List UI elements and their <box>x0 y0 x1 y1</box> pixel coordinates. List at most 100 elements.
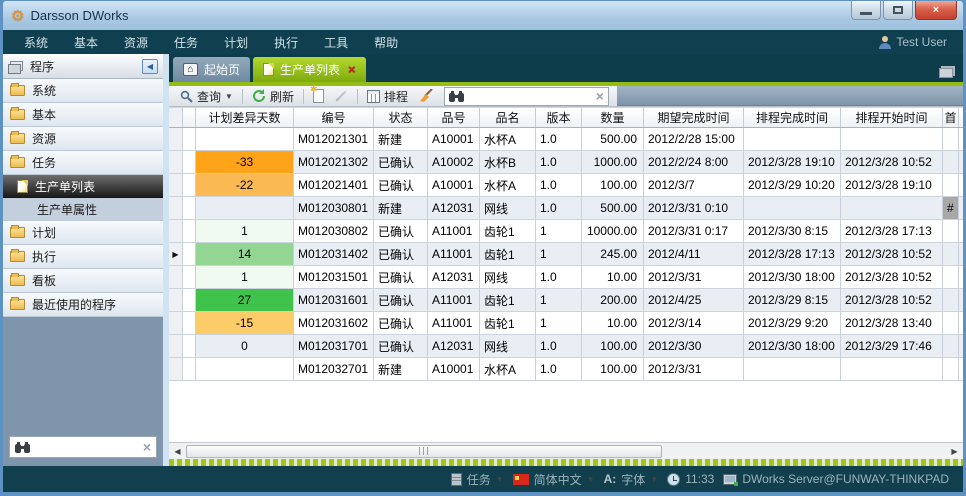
status-language-menu[interactable]: 简体中文 ▼ <box>513 471 595 488</box>
table-row[interactable]: -15M012031602已确认A11001齿轮1110.002012/3/14… <box>169 312 963 335</box>
sidebar-item[interactable]: 生产单列表 <box>3 175 163 199</box>
cell-status[interactable]: 已确认 <box>374 266 428 288</box>
sidebar-search-box[interactable]: × <box>9 436 157 458</box>
cell-name[interactable]: 网线 <box>480 197 536 219</box>
cell-no[interactable]: M012032701 <box>294 358 374 380</box>
menu-item[interactable]: 计划 <box>211 31 261 54</box>
cell-due[interactable]: 2012/3/31 0:10 <box>644 197 744 219</box>
scrollbar-thumb[interactable] <box>186 445 662 458</box>
query-dropdown-icon[interactable]: ▼ <box>225 92 233 101</box>
cell-qty[interactable]: 100.00 <box>582 358 644 380</box>
cell-end[interactable] <box>744 358 841 380</box>
column-header[interactable]: 编号 <box>294 108 374 127</box>
column-header[interactable]: 排程开始时间 <box>841 108 943 127</box>
cell-due[interactable]: 2012/3/7 <box>644 174 744 196</box>
cell-ver[interactable]: 1.0 <box>536 358 582 380</box>
column-header[interactable]: 状态 <box>374 108 428 127</box>
cell-due[interactable]: 2012/3/30 <box>644 335 744 357</box>
cell-diff[interactable]: 1 <box>196 220 294 242</box>
cell-end[interactable] <box>744 197 841 219</box>
cell-status[interactable]: 新建 <box>374 197 428 219</box>
cell-pn[interactable]: A10002 <box>428 151 480 173</box>
toolbar-search-box[interactable]: × <box>444 87 609 106</box>
cell-start[interactable] <box>841 128 943 150</box>
sidebar-item[interactable]: 系统 <box>3 79 163 103</box>
cell-diff[interactable] <box>196 128 294 150</box>
cell-status[interactable]: 新建 <box>374 358 428 380</box>
sidebar-item[interactable]: 任务 <box>3 151 163 175</box>
cell-due[interactable]: 2012/3/31 <box>644 266 744 288</box>
table-row[interactable]: -33M012021302已确认A10002水杯B1.01000.002012/… <box>169 151 963 174</box>
cell-extra[interactable] <box>943 151 959 173</box>
toolbar-search-input[interactable] <box>468 89 592 103</box>
tab-inactive[interactable]: ⌂起始页 <box>173 57 250 82</box>
cell-pn[interactable]: A11001 <box>428 289 480 311</box>
cell-due[interactable]: 2012/4/25 <box>644 289 744 311</box>
table-row[interactable]: 0M012031701已确认A12031网线1.0100.002012/3/30… <box>169 335 963 358</box>
cell-start[interactable]: 2012/3/28 19:10 <box>841 174 943 196</box>
cell-name[interactable]: 水杯A <box>480 174 536 196</box>
cell-qty[interactable]: 500.00 <box>582 197 644 219</box>
scroll-right-icon[interactable]: ▶ <box>946 447 963 456</box>
edit-button[interactable] <box>329 87 353 106</box>
cell-ver[interactable]: 1.0 <box>536 151 582 173</box>
menu-item[interactable]: 任务 <box>161 31 211 54</box>
table-row[interactable]: M012032701新建A10001水杯A1.0100.002012/3/31 <box>169 358 963 381</box>
language-dropdown-icon[interactable]: ▼ <box>587 475 595 484</box>
row-selector[interactable] <box>169 358 183 380</box>
cell-start[interactable] <box>841 358 943 380</box>
cell-extra[interactable] <box>943 220 959 242</box>
title-bar[interactable]: ⚙ Darsson DWorks × <box>3 1 963 30</box>
cell-start[interactable]: 2012/3/28 10:52 <box>841 289 943 311</box>
cell-status[interactable]: 已确认 <box>374 289 428 311</box>
cell-start[interactable]: 2012/3/28 10:52 <box>841 151 943 173</box>
close-button[interactable]: × <box>915 1 957 20</box>
task-dropdown-icon[interactable]: ▼ <box>496 475 504 484</box>
cell-extra[interactable] <box>943 174 959 196</box>
cell-due[interactable]: 2012/3/31 <box>644 358 744 380</box>
cell-ver[interactable]: 1.0 <box>536 174 582 196</box>
cell-qty[interactable]: 10.00 <box>582 312 644 334</box>
cell-status[interactable]: 已确认 <box>374 151 428 173</box>
cell-due[interactable]: 2012/3/31 0:17 <box>644 220 744 242</box>
cell-no[interactable]: M012031701 <box>294 335 374 357</box>
cell-name[interactable]: 齿轮1 <box>480 289 536 311</box>
cell-start[interactable] <box>841 197 943 219</box>
cell-ver[interactable]: 1.0 <box>536 197 582 219</box>
sidebar-item[interactable]: 执行 <box>3 245 163 269</box>
menu-item[interactable]: 基本 <box>61 31 111 54</box>
table-row[interactable]: 1M012031501已确认A12031网线1.010.002012/3/312… <box>169 266 963 289</box>
cell-extra[interactable]: # <box>943 197 959 219</box>
cell-no[interactable]: M012021302 <box>294 151 374 173</box>
menu-item[interactable]: 资源 <box>111 31 161 54</box>
cell-extra[interactable] <box>943 243 959 265</box>
cell-name[interactable]: 水杯B <box>480 151 536 173</box>
row-selector[interactable] <box>169 128 183 150</box>
status-task-menu[interactable]: 任务 ▼ <box>451 471 504 488</box>
row-selector[interactable] <box>169 289 183 311</box>
tab-list-icon[interactable] <box>939 68 953 78</box>
column-header[interactable]: 首 <box>943 108 959 127</box>
cell-start[interactable]: 2012/3/28 10:52 <box>841 266 943 288</box>
cell-pn[interactable]: A11001 <box>428 220 480 242</box>
cell-end[interactable]: 2012/3/29 8:15 <box>744 289 841 311</box>
table-row[interactable]: 27M012031601已确认A11001齿轮11200.002012/4/25… <box>169 289 963 312</box>
menu-item[interactable]: 工具 <box>311 31 361 54</box>
cell-no[interactable]: M012031601 <box>294 289 374 311</box>
cell-pn[interactable]: A11001 <box>428 243 480 265</box>
cell-pn[interactable]: A12031 <box>428 335 480 357</box>
cell-start[interactable]: 2012/3/28 17:13 <box>841 220 943 242</box>
cell-no[interactable]: M012031501 <box>294 266 374 288</box>
row-selector[interactable] <box>169 220 183 242</box>
new-button[interactable] <box>308 87 329 106</box>
cell-status[interactable]: 新建 <box>374 128 428 150</box>
column-header[interactable]: 计划差异天数 <box>196 108 294 127</box>
cell-diff[interactable] <box>196 358 294 380</box>
cell-pn[interactable]: A10001 <box>428 358 480 380</box>
cell-no[interactable]: M012021301 <box>294 128 374 150</box>
cell-ver[interactable]: 1.0 <box>536 335 582 357</box>
cell-qty[interactable]: 100.00 <box>582 335 644 357</box>
status-font-menu[interactable]: A: 字体 ▼ <box>604 471 659 488</box>
schedule-button[interactable]: 排程 <box>362 87 413 106</box>
cell-diff[interactable]: 27 <box>196 289 294 311</box>
